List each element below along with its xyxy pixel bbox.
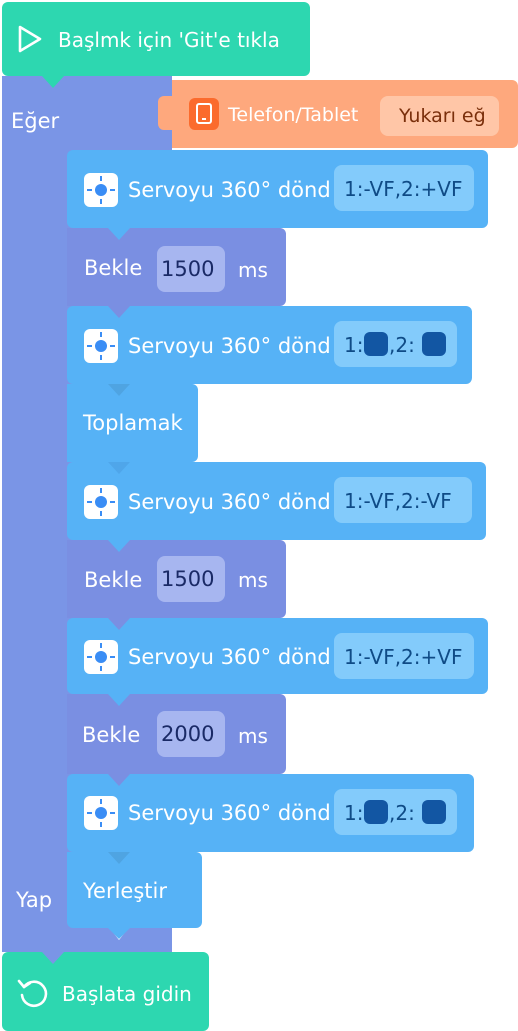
color-swatch[interactable] [422, 332, 446, 356]
condition-value[interactable]: Yukarı eğ [380, 96, 499, 136]
color-swatch[interactable] [364, 800, 388, 824]
servo-label: Servoyu 360° dönd [128, 645, 331, 669]
servo-icon [84, 796, 118, 830]
servo-value[interactable]: 1: ,2: [334, 321, 457, 367]
condition-connector [158, 96, 176, 130]
block-notch [42, 952, 64, 964]
servo-value[interactable]: 1: ,2: [334, 789, 457, 835]
restart-icon [16, 976, 50, 1010]
wait-label: Bekle [82, 723, 141, 747]
servo-label: Servoyu 360° dönd [128, 334, 331, 358]
block-notch [108, 852, 130, 864]
place-label: Yerleştir [83, 879, 167, 903]
block-notch [108, 228, 130, 240]
block-notch [108, 694, 130, 706]
wait-unit: ms [238, 568, 268, 592]
servo-value[interactable]: 1:-VF,2:+VF [334, 165, 474, 211]
footer-label: Başlata gidin [62, 982, 192, 1006]
wait-label: Bekle [84, 568, 143, 592]
collect-label: Toplamak [83, 411, 183, 435]
tablet-icon [189, 98, 219, 130]
servo-icon [84, 329, 118, 363]
wait-label: Bekle [84, 256, 143, 280]
color-swatch[interactable] [364, 332, 388, 356]
servo-value[interactable]: 1:-VF,2:+VF [334, 633, 474, 679]
color-swatch[interactable] [422, 800, 446, 824]
servo-value[interactable]: 1:-VF,2:-VF [334, 477, 472, 523]
block-notch [108, 462, 130, 474]
servo-label: Servoyu 360° dönd [128, 801, 331, 825]
block-notch [108, 306, 130, 318]
do-label: Yap [16, 888, 53, 912]
block-notch [108, 618, 130, 630]
block-notch [108, 928, 130, 939]
condition-label: Telefon/Tablet [228, 104, 359, 126]
block-notch [108, 384, 130, 396]
wait-duration-input[interactable]: 2000 [157, 711, 225, 757]
block-notch [108, 774, 130, 786]
block-notch [108, 540, 130, 552]
play-icon [14, 24, 44, 54]
servo-label: Servoyu 360° dönd [128, 178, 331, 202]
wait-unit: ms [238, 724, 268, 748]
servo-icon [84, 640, 118, 674]
wait-unit: ms [238, 258, 268, 282]
hat-label: Başlmk için 'Git'e tıkla [58, 28, 280, 52]
servo-icon [84, 173, 118, 207]
wait-duration-input[interactable]: 1500 [157, 246, 225, 292]
servo-label: Servoyu 360° dönd [128, 490, 331, 514]
if-label: Eğer [11, 109, 60, 133]
wait-duration-input[interactable]: 1500 [157, 556, 225, 602]
servo-icon [84, 485, 118, 519]
hat-notch [42, 76, 64, 88]
